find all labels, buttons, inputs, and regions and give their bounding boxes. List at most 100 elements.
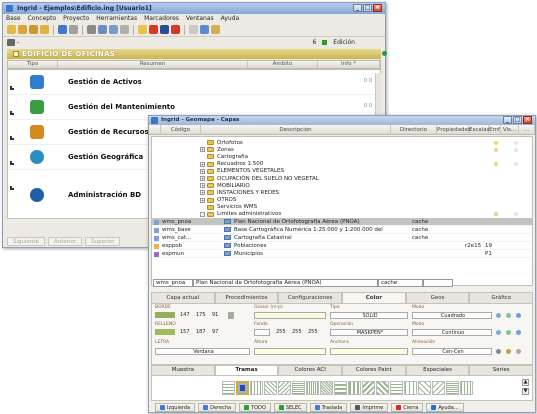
col-emf[interactable]: Emf	[489, 124, 501, 135]
menu-base[interactable]: Base	[6, 14, 21, 23]
tab-geos[interactable]: Geos	[405, 292, 470, 303]
move-button[interactable]: Traslada	[309, 403, 348, 412]
list-item[interactable]: Gestión de Activos 0 0	[8, 70, 380, 95]
layer-row[interactable]: wms_cat... Cartografía Catastral cache	[152, 234, 532, 243]
visibility-indicators[interactable]	[494, 212, 518, 217]
edit-directory-field[interactable]: cache	[378, 279, 423, 287]
pattern-swatch[interactable]	[278, 381, 291, 395]
pattern-swatch[interactable]	[446, 381, 459, 395]
border-red-value[interactable]: 147	[180, 312, 190, 318]
pattern-swatch[interactable]	[334, 381, 347, 395]
tab-muestra[interactable]: Muestra	[151, 365, 215, 375]
edit-mode-label[interactable]: Edición	[333, 39, 355, 46]
border-palette-icon[interactable]	[506, 313, 511, 318]
folder-open-icon[interactable]	[138, 25, 147, 34]
scroll-up-icon[interactable]: ▲	[522, 379, 529, 386]
back-window-titlebar[interactable]: Ingrid - Ejemplos\Edificio.ing [Usuario1…	[3, 3, 385, 14]
table-icon[interactable]	[109, 25, 118, 34]
globe-icon[interactable]	[160, 25, 169, 34]
tree-node[interactable]: + MOBILIARIO	[152, 182, 532, 189]
visibility-indicators[interactable]	[494, 140, 518, 145]
edit-code-field[interactable]: wms_pnoa	[153, 279, 193, 287]
tree-node[interactable]: Cartografía	[152, 153, 532, 160]
col-propiedades[interactable]: Propiedades	[437, 124, 471, 135]
maximize-button[interactable]: □	[363, 4, 372, 12]
col-escalas[interactable]: Escalas	[469, 124, 490, 135]
col-tipo[interactable]: Tipo	[8, 61, 58, 68]
tab-series[interactable]: Series	[469, 365, 534, 375]
tools-icon[interactable]	[149, 25, 158, 34]
save-icon[interactable]	[40, 25, 49, 34]
modo-select[interactable]: Cuadrado	[412, 312, 492, 319]
open-icon[interactable]	[18, 25, 27, 34]
menu-ventanas[interactable]: Ventanas	[186, 14, 214, 23]
window-icon[interactable]	[58, 25, 67, 34]
fill-blue-value[interactable]: 97	[212, 329, 218, 335]
border-green-value[interactable]: 175	[196, 312, 206, 318]
hidden-icon[interactable]	[514, 140, 518, 145]
tree-node[interactable]: - Limites administrativos	[152, 211, 532, 218]
background-swatch[interactable]	[254, 329, 270, 336]
font-select[interactable]: Verdana	[155, 348, 250, 355]
visible-icon[interactable]	[494, 162, 498, 167]
close-window-button[interactable]: Cierra	[391, 403, 424, 412]
layer-row[interactable]: wms_base Base Cartográfica Numérica 1:25.…	[152, 226, 532, 235]
pattern-swatch[interactable]	[432, 381, 445, 395]
help-button[interactable]: Ayuda...	[426, 403, 464, 412]
menu-herramientas[interactable]: Herramientas	[96, 14, 137, 23]
visibility-indicators[interactable]	[494, 147, 518, 152]
pattern-swatch[interactable]	[292, 381, 305, 395]
operacion-select[interactable]: MASKPEN*	[330, 329, 408, 336]
pattern-swatch[interactable]	[390, 381, 403, 395]
tree-node[interactable]: + OTROS	[152, 197, 532, 204]
altura-field[interactable]	[254, 348, 326, 355]
fill-palette-icon[interactable]	[506, 330, 511, 335]
pattern-swatch[interactable]	[320, 381, 333, 395]
border-alpha-field[interactable]	[228, 312, 234, 319]
all-button[interactable]: TODO	[239, 403, 271, 412]
new-icon[interactable]	[7, 25, 16, 34]
document-icon[interactable]	[120, 25, 129, 34]
selected-button[interactable]: SELEC	[273, 403, 307, 412]
col-vis[interactable]: Vis...	[501, 124, 519, 135]
tab-especiales[interactable]: Especiales	[405, 365, 470, 375]
maximize-button[interactable]: □	[513, 116, 522, 124]
next-button[interactable]: Siguiente	[7, 237, 45, 246]
expander-icon[interactable]: +	[200, 147, 205, 153]
bg-green-value[interactable]: 255	[292, 329, 302, 335]
fill-color-swatch[interactable]	[155, 329, 175, 335]
close-button[interactable]: ×	[373, 4, 382, 12]
alineacion-select[interactable]: Cen-Cen	[412, 348, 492, 355]
menu-marcadores[interactable]: Marcadores	[144, 14, 179, 23]
pattern-swatch[interactable]	[264, 381, 277, 395]
layer-row[interactable]: wms_pnoa Plan Nacional de Ortofotografía …	[152, 218, 532, 227]
tab-procedimientos[interactable]: Procedimientos	[214, 292, 279, 303]
tree-node[interactable]: Ortofotos	[152, 139, 532, 146]
visibility-indicators[interactable]	[494, 162, 518, 167]
font-color-icon[interactable]	[506, 349, 511, 354]
col-codigo[interactable]: Código	[161, 124, 201, 135]
fill-color-picker-icon[interactable]	[496, 330, 501, 335]
visible-icon[interactable]	[494, 140, 498, 145]
expander-icon[interactable]: +	[200, 176, 205, 182]
tree-node[interactable]: + OCUPACIÓN DEL SUELO NO VEGETAL	[152, 175, 532, 182]
selected-pattern-swatch[interactable]	[236, 381, 249, 395]
menu-proyecto[interactable]: Proyecto	[63, 14, 89, 23]
grid-icon[interactable]	[98, 25, 107, 34]
hidden-icon[interactable]	[514, 212, 518, 217]
visible-icon[interactable]	[494, 212, 498, 217]
tab-configuraciones[interactable]: Configuraciones	[278, 292, 343, 303]
pattern-swatch[interactable]	[376, 381, 389, 395]
tab-capa-actual[interactable]: Capa actual	[151, 292, 215, 303]
binoculars-icon[interactable]	[7, 39, 15, 46]
grosor-field[interactable]	[254, 312, 326, 319]
tab-tramas[interactable]: Tramas	[214, 365, 279, 375]
menu-ayuda[interactable]: Ayuda	[221, 14, 240, 23]
pattern-swatch[interactable]	[348, 381, 361, 395]
run-icon[interactable]	[171, 25, 180, 34]
tree-node[interactable]: Servicios WMS	[152, 204, 532, 211]
close-button[interactable]: ×	[523, 116, 532, 124]
pattern-swatch[interactable]	[222, 381, 235, 395]
expander-icon[interactable]: +	[200, 190, 205, 196]
previous-button[interactable]: Anterior	[47, 237, 83, 246]
